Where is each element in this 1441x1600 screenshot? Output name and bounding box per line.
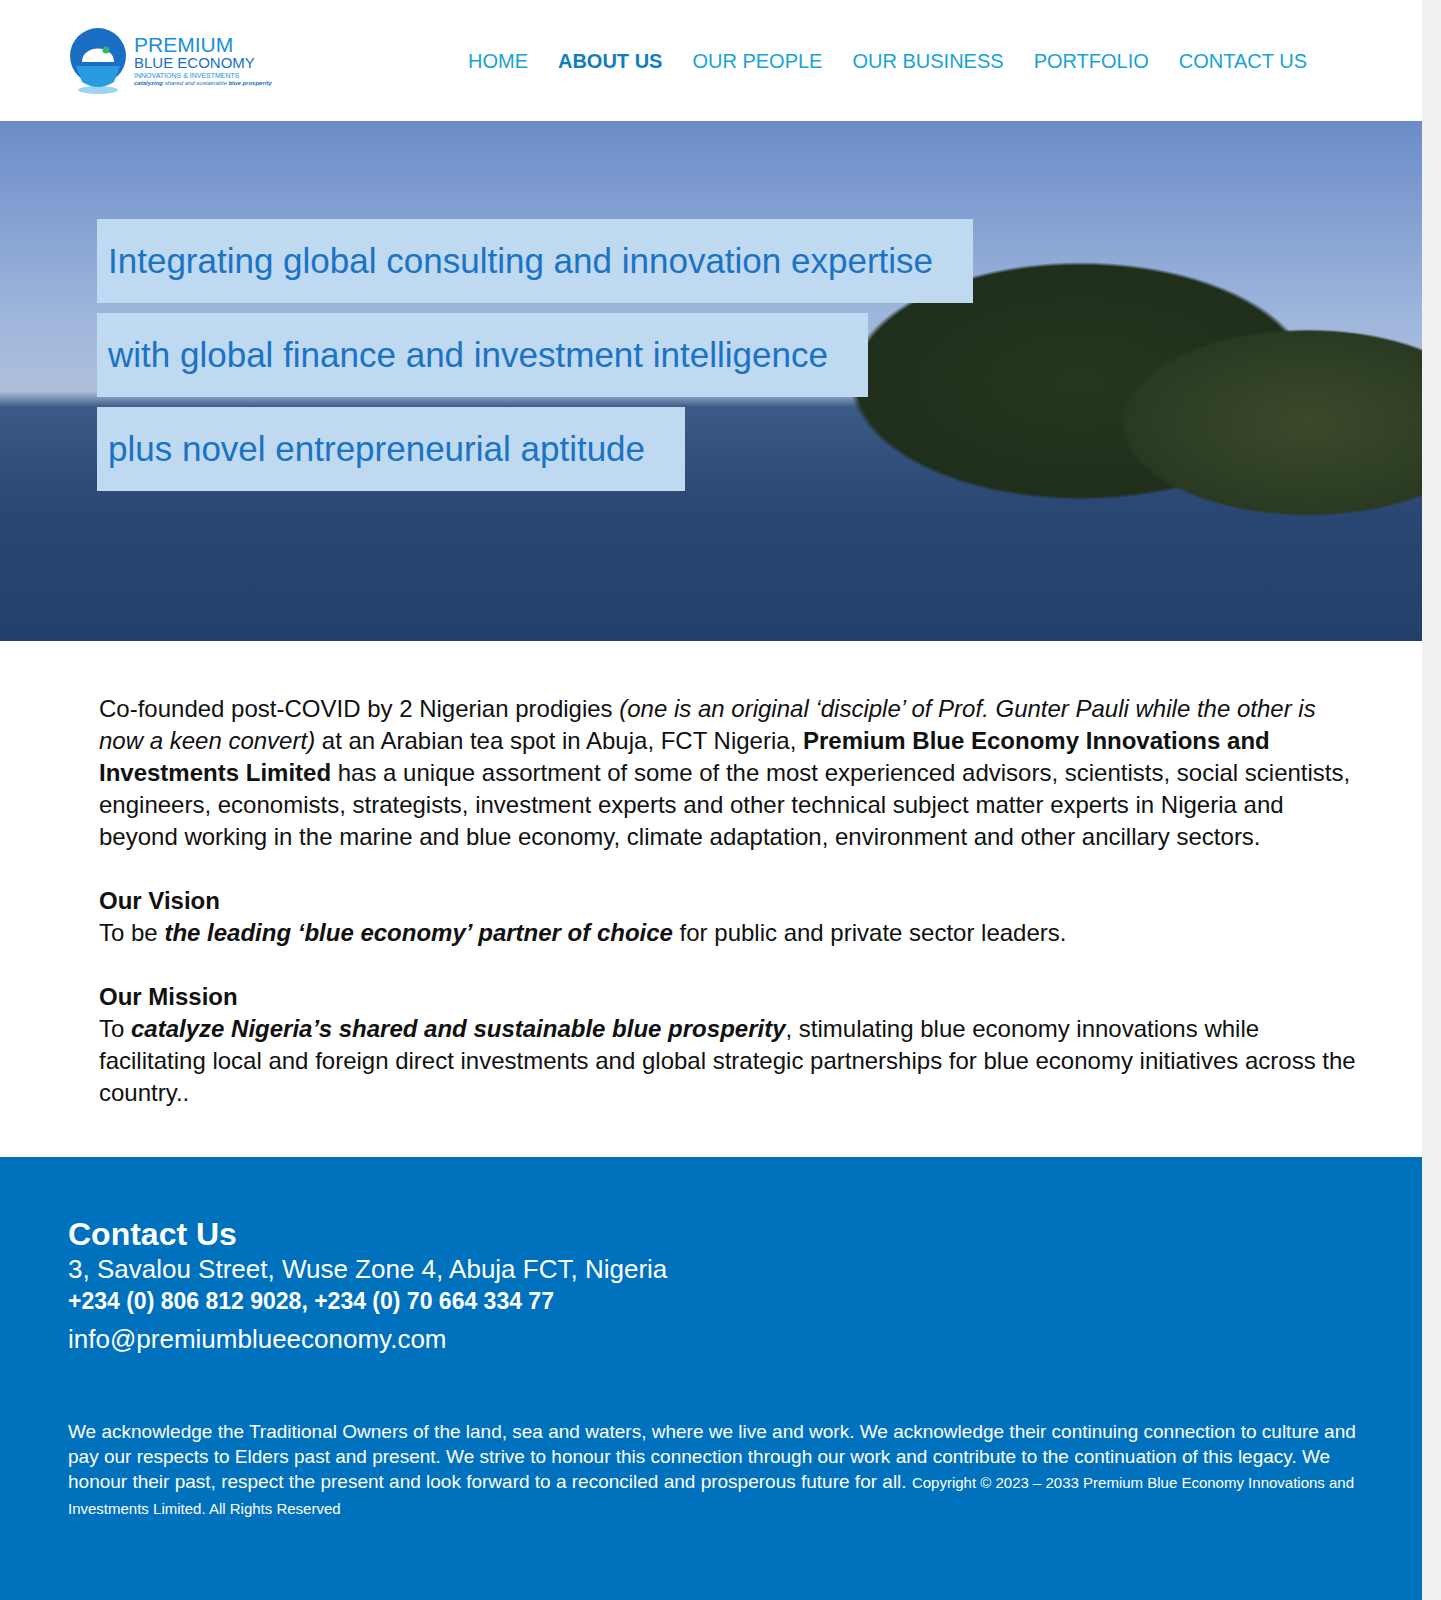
tagline-part: catalyzing xyxy=(134,80,163,86)
address: 3, Savalou Street, Wuse Zone 4, Abuja FC… xyxy=(68,1253,1362,1286)
tagline-part: shared and sustainable xyxy=(163,80,228,86)
nav-link[interactable]: CONTACT US xyxy=(1179,46,1307,76)
page: PREMIUMBLUE ECONOMYINNOVATIONS & INVESTM… xyxy=(0,0,1441,1600)
hero-lines: Integrating global consulting and innova… xyxy=(97,219,1422,491)
logo-subtitle: BLUE ECONOMY xyxy=(134,55,272,72)
nav-link[interactable]: HOME xyxy=(468,46,528,76)
hero-line: with global finance and investment intel… xyxy=(97,313,868,397)
phones: +234 (0) 806 812 9028, +234 (0) 70 664 3… xyxy=(68,1286,1362,1317)
main-area: PREMIUMBLUE ECONOMYINNOVATIONS & INVESTM… xyxy=(0,0,1422,1600)
vision-part: for public and private sector leaders. xyxy=(673,919,1067,946)
site-footer: Contact Us3, Savalou Street, Wuse Zone 4… xyxy=(0,1157,1422,1600)
logo-line: INNOVATIONS & INVESTMENTS xyxy=(134,71,272,80)
scrollbar[interactable] xyxy=(1422,0,1441,1600)
mission-text: To catalyze Nigeria’s shared and sustain… xyxy=(99,1013,1362,1109)
intro-paragraph: Co-founded post-COVID by 2 Nigerian prod… xyxy=(99,693,1362,853)
contact-title: Contact Us xyxy=(68,1215,1362,1253)
mission-part: To xyxy=(99,1015,131,1042)
mission-part: catalyze Nigeria’s shared and sustainabl… xyxy=(131,1015,785,1042)
site-header: PREMIUMBLUE ECONOMYINNOVATIONS & INVESTM… xyxy=(0,0,1422,121)
logo-text: PREMIUMBLUE ECONOMYINNOVATIONS & INVESTM… xyxy=(134,34,272,88)
hero-line: plus novel entrepreneurial aptitude xyxy=(97,407,685,491)
vision-text: To be the leading ‘blue economy’ partner… xyxy=(99,917,1362,949)
email[interactable]: info@premiumblueeconomy.com xyxy=(68,1323,1362,1357)
hero-banner: Integrating global consulting and innova… xyxy=(0,121,1422,641)
logo-title: PREMIUM xyxy=(134,34,272,55)
logo[interactable]: PREMIUMBLUE ECONOMYINNOVATIONS & INVESTM… xyxy=(68,26,272,96)
nav-link[interactable]: OUR PEOPLE xyxy=(692,46,822,76)
tagline-part: blue prosperity xyxy=(228,80,271,86)
acknowledgement: We acknowledge the Traditional Owners of… xyxy=(68,1419,1362,1521)
intro-part: at an Arabian tea spot in Abuja, FCT Nig… xyxy=(315,727,803,754)
nav-link[interactable]: OUR BUSINESS xyxy=(852,46,1003,76)
vision-part: the leading ‘blue economy’ partner of ch… xyxy=(164,919,673,946)
vision-title: Our Vision xyxy=(99,885,1362,917)
intro-part: Co-founded post-COVID by 2 Nigerian prod… xyxy=(99,695,619,722)
logo-tagline: catalyzing shared and sustainable blue p… xyxy=(134,80,272,87)
logo-icon xyxy=(68,26,128,96)
nav-link[interactable]: PORTFOLIO xyxy=(1034,46,1149,76)
mission-title: Our Mission xyxy=(99,981,1362,1013)
nav-link[interactable]: ABOUT US xyxy=(558,46,662,76)
hero-line: Integrating global consulting and innova… xyxy=(97,219,973,303)
main-nav: HOME ABOUT US OUR PEOPLE OUR BUSINESS PORTFO… xyxy=(468,46,1307,76)
about-content: Co-founded post-COVID by 2 Nigerian prod… xyxy=(0,641,1422,1157)
vision-part: To be xyxy=(99,919,164,946)
